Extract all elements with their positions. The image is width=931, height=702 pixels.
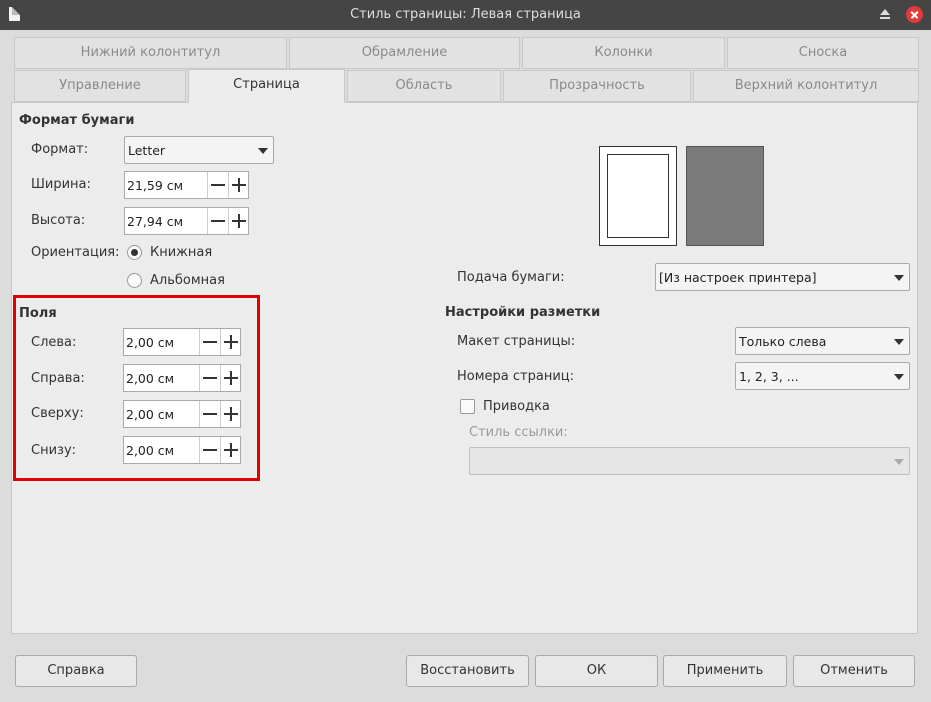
page-preview [599, 146, 677, 246]
tab-area[interactable]: Область [347, 70, 501, 102]
page-numbers-value: 1, 2, 3, ... [739, 369, 799, 384]
page-numbers-label: Номера страниц: [457, 369, 574, 384]
minus-icon[interactable] [207, 208, 228, 234]
reset-button[interactable]: Восстановить [406, 655, 529, 687]
window-title: Стиль страницы: Левая страница [350, 7, 581, 22]
page-layout-label: Макет страницы: [457, 334, 576, 349]
tab-page[interactable]: Страница [188, 69, 345, 103]
reference-style-label: Стиль ссылки: [469, 425, 568, 440]
height-spinner[interactable]: 27,94 см [124, 207, 249, 235]
page-layout-select[interactable]: Только слева [735, 327, 910, 355]
page-numbers-select[interactable]: 1, 2, 3, ... [735, 362, 910, 390]
chevron-down-icon [894, 374, 904, 380]
tab-borders[interactable]: Обрамление [289, 37, 520, 69]
register-true-label[interactable]: Приводка [483, 399, 550, 414]
paper-tray-label: Подача бумаги: [457, 270, 565, 285]
close-icon[interactable] [906, 6, 923, 23]
page-preview-facing [686, 146, 764, 246]
width-label: Ширина: [31, 177, 91, 192]
width-value[interactable]: 21,59 см [127, 178, 183, 193]
chevron-down-icon [258, 148, 268, 154]
layout-settings-heading: Настройки разметки [445, 305, 601, 320]
chevron-down-icon [894, 339, 904, 345]
tab-transparency[interactable]: Прозрачность [503, 70, 691, 102]
plus-icon[interactable] [228, 172, 249, 198]
portrait-label[interactable]: Книжная [150, 245, 212, 260]
page-preview-margins [607, 154, 669, 238]
tab-footer[interactable]: Нижний колонтитул [14, 37, 287, 69]
landscape-label[interactable]: Альбомная [150, 273, 225, 288]
paper-tray-value: [Из настроек принтера] [659, 270, 817, 285]
help-button[interactable]: Справка [15, 655, 137, 687]
plus-icon[interactable] [228, 208, 249, 234]
height-label: Высота: [31, 213, 86, 228]
chevron-down-icon [894, 459, 904, 465]
paper-format-heading: Формат бумаги [19, 113, 135, 128]
register-true-checkbox[interactable] [460, 399, 475, 414]
cancel-button[interactable]: Отменить [793, 655, 915, 687]
tab-columns[interactable]: Колонки [522, 37, 725, 69]
landscape-radio[interactable] [127, 273, 142, 288]
tab-footnote[interactable]: Сноска [727, 37, 919, 69]
chevron-down-icon [894, 275, 904, 281]
title-bar: Стиль страницы: Левая страница [0, 0, 931, 30]
tab-header[interactable]: Верхний колонтитул [693, 70, 919, 102]
paper-tray-select[interactable]: [Из настроек принтера] [655, 263, 910, 291]
minus-icon[interactable] [207, 172, 228, 198]
highlight-frame [13, 295, 260, 481]
tab-organizer[interactable]: Управление [14, 70, 186, 102]
page-layout-value: Только слева [739, 334, 827, 349]
reference-style-select [469, 447, 910, 475]
maximize-icon[interactable] [880, 9, 890, 19]
width-spinner[interactable]: 21,59 см [124, 171, 249, 199]
format-select[interactable]: Letter [124, 136, 274, 164]
height-value[interactable]: 27,94 см [127, 214, 183, 229]
format-label: Формат: [31, 142, 89, 157]
orientation-label: Ориентация: [31, 245, 120, 260]
portrait-radio[interactable] [127, 245, 142, 260]
apply-button[interactable]: Применить [663, 655, 787, 687]
ok-button[interactable]: ОК [535, 655, 658, 687]
format-value: Letter [128, 143, 166, 158]
